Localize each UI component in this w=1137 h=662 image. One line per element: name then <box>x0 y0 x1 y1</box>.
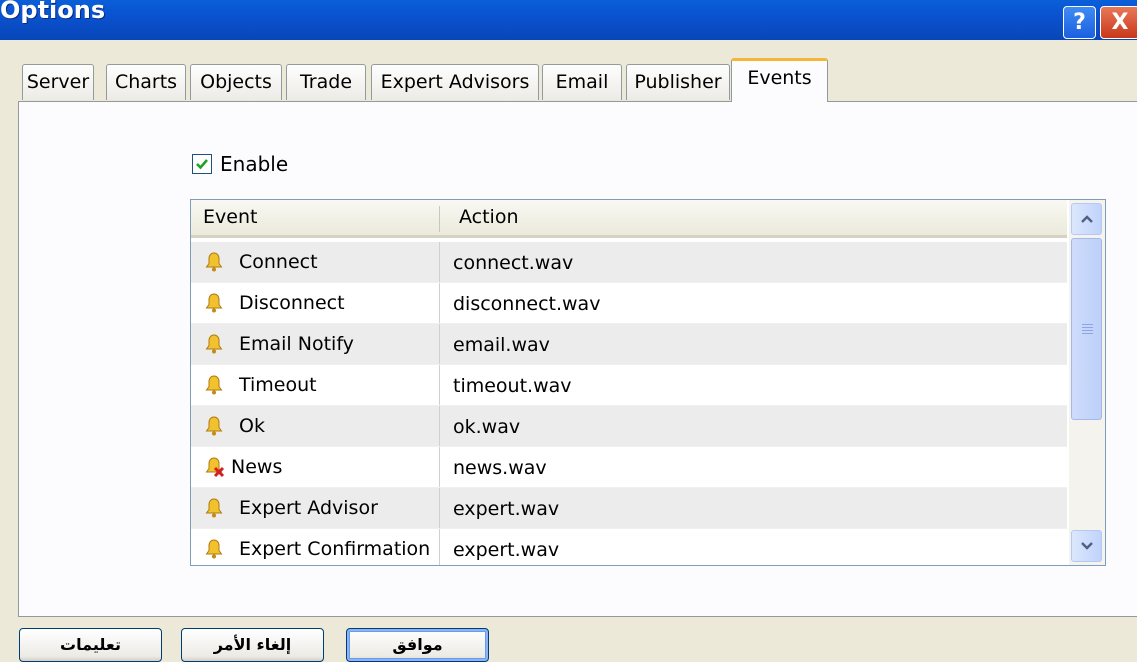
title-bar: Options ? X <box>0 0 1137 40</box>
close-title-button[interactable]: X <box>1100 6 1137 39</box>
bell-icon <box>205 375 223 395</box>
tab-publisher[interactable]: Publisher <box>626 64 730 100</box>
scroll-up-button[interactable] <box>1071 203 1102 235</box>
list-item[interactable]: Timeout timeout.wav <box>191 365 1067 406</box>
tab-email[interactable]: Email <box>542 64 622 100</box>
tab-charts[interactable]: Charts <box>106 64 186 100</box>
ok-button[interactable]: موافق <box>346 628 489 662</box>
help-title-button[interactable]: ? <box>1063 6 1096 39</box>
enable-label[interactable]: Enable <box>220 152 288 176</box>
bell-icon <box>205 539 223 559</box>
bell-icon <box>205 252 223 272</box>
vertical-scrollbar[interactable] <box>1069 200 1105 565</box>
event-name: Ok <box>239 415 265 437</box>
column-divider[interactable] <box>439 206 440 232</box>
bell-icon <box>205 416 223 436</box>
event-name: Disconnect <box>239 292 345 314</box>
help-button[interactable]: تعليمات <box>19 628 162 662</box>
list-header: Event Action <box>191 200 1067 238</box>
list-item[interactable]: Connect connect.wav <box>191 242 1067 283</box>
scroll-down-button[interactable] <box>1071 530 1102 562</box>
event-name: Expert Confirmation <box>239 538 431 560</box>
bell-icon <box>205 293 223 313</box>
tab-objects[interactable]: Objects <box>190 64 282 100</box>
list-item[interactable]: Ok ok.wav <box>191 406 1067 447</box>
tab-server[interactable]: Server <box>22 64 94 100</box>
checkmark-icon <box>196 159 208 170</box>
tab-expert-advisors[interactable]: Expert Advisors <box>371 64 539 100</box>
enable-checkbox[interactable] <box>192 154 212 174</box>
list-item[interactable]: News news.wav <box>191 447 1067 488</box>
scroll-thumb[interactable] <box>1071 238 1102 420</box>
tab-events[interactable]: Events <box>731 58 828 102</box>
event-action: news.wav <box>453 457 547 479</box>
cancel-button[interactable]: إلغاء الأمر <box>181 628 324 662</box>
column-header-action[interactable]: Action <box>459 206 519 228</box>
bell-icon <box>205 334 223 354</box>
list-item[interactable]: Expert Confirmation expert.wav <box>191 529 1067 565</box>
event-action: email.wav <box>453 334 550 356</box>
event-action: timeout.wav <box>453 375 572 397</box>
event-name: News <box>231 456 283 478</box>
chevron-down-icon <box>1081 542 1093 550</box>
column-header-event[interactable]: Event <box>203 206 257 228</box>
tab-trade[interactable]: Trade <box>286 64 366 100</box>
events-list[interactable]: Event Action Connect connect.wav Disconn… <box>190 199 1106 566</box>
list-item[interactable]: Expert Advisor expert.wav <box>191 488 1067 529</box>
event-action: expert.wav <box>453 539 560 561</box>
event-action: expert.wav <box>453 498 560 520</box>
bell-icon <box>205 498 223 518</box>
window-title: Options <box>0 0 106 24</box>
event-action: ok.wav <box>453 416 521 438</box>
list-item[interactable]: Email Notify email.wav <box>191 324 1067 365</box>
event-name: Connect <box>239 251 318 273</box>
bell-disabled-icon <box>205 457 225 478</box>
event-action: disconnect.wav <box>453 293 601 315</box>
chevron-up-icon <box>1081 215 1093 223</box>
list-item[interactable]: Disconnect disconnect.wav <box>191 283 1067 324</box>
event-name: Timeout <box>239 374 317 396</box>
event-name: Email Notify <box>239 333 354 355</box>
event-action: connect.wav <box>453 252 574 274</box>
event-name: Expert Advisor <box>239 497 378 519</box>
